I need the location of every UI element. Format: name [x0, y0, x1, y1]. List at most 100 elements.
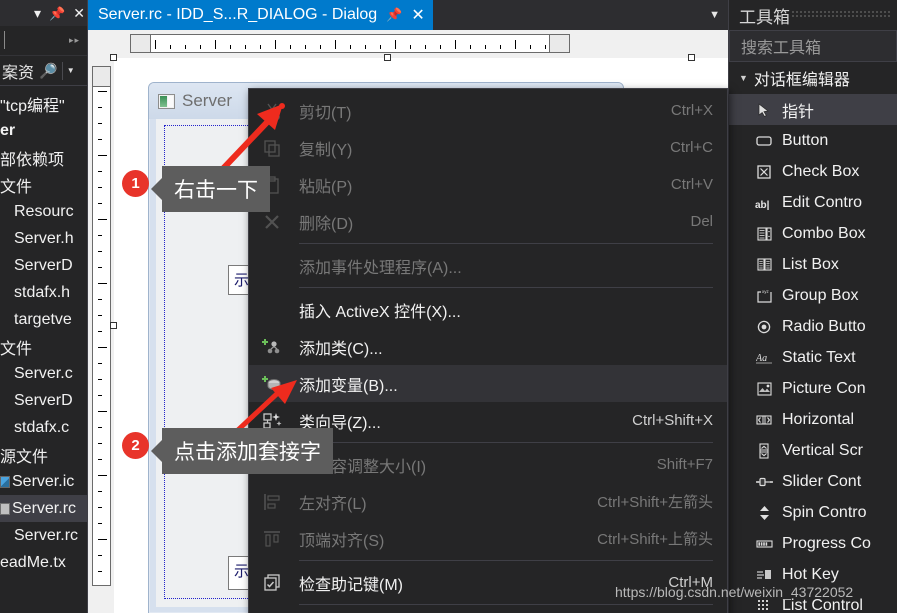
- solution-tree-item[interactable]: eadMe.tx: [0, 549, 87, 576]
- app-icon: [158, 93, 175, 109]
- close-icon[interactable]: ✕: [73, 6, 85, 20]
- toolbox-item[interactable]: Hot Key: [729, 559, 897, 590]
- solution-tree-item[interactable]: 源文件: [0, 441, 87, 468]
- solution-tree-item[interactable]: Server.h: [0, 225, 87, 252]
- annotation-badge-2: 2: [122, 432, 149, 459]
- search-scope-label: 案资: [2, 64, 35, 82]
- toolbox-item[interactable]: Picture Con: [729, 373, 897, 404]
- chevron-down-icon[interactable]: ▾: [34, 6, 41, 20]
- toolbox-item[interactable]: Button: [729, 125, 897, 156]
- vertical-ruler-band: [88, 58, 114, 613]
- toolbox-item[interactable]: Progress Co: [729, 528, 897, 559]
- context-menu-item-shortcut: Ctrl+Shift+左箭头: [597, 494, 713, 511]
- toolbox-title: 工具箱: [739, 7, 790, 27]
- toolbox-search-input[interactable]: 搜索工具箱: [729, 30, 897, 62]
- toolbox-item[interactable]: Slider Cont: [729, 466, 897, 497]
- horizontal-ruler-band: [88, 30, 728, 58]
- solution-tree-item-label: 部依赖项: [0, 151, 65, 169]
- solution-explorer-search-row[interactable]: 案资 🔍 ▼: [0, 56, 87, 86]
- tab-server-rc[interactable]: Server.rc - IDD_S...R_DIALOG - Dialog 📌 …: [88, 0, 433, 30]
- toolbox-item[interactable]: Vertical Scr: [729, 435, 897, 466]
- solution-tree-item[interactable]: Server.rc: [0, 495, 87, 522]
- toolbox-item[interactable]: List Box: [729, 249, 897, 280]
- toolbox-group-dialog-editor[interactable]: ▼ 对话框编辑器: [729, 62, 897, 94]
- text-cursor: [4, 31, 5, 49]
- context-menu-item[interactable]: 检查助记键(M) Ctrl+M: [249, 564, 727, 601]
- context-menu-item[interactable]: 属性(R): [249, 608, 727, 613]
- context-menu-item[interactable]: 添加变量(B)...: [249, 365, 727, 402]
- toolbox-item[interactable]: Check Box: [729, 156, 897, 187]
- solution-tree-item[interactable]: stdafx.h: [0, 279, 87, 306]
- dialog-title: Server: [182, 91, 233, 110]
- horizontal-ruler[interactable]: [130, 34, 570, 53]
- resize-grip[interactable]: [110, 322, 117, 329]
- vertical-ruler[interactable]: [92, 66, 111, 586]
- hot-key-icon: [755, 566, 773, 584]
- list-control-icon: [755, 597, 773, 613]
- solution-tree-item[interactable]: 文件: [0, 171, 87, 198]
- solution-tree-item-label: Server.c: [14, 364, 73, 382]
- resize-grip[interactable]: [110, 54, 117, 61]
- toolbox-item-label: Combo Box: [782, 224, 866, 242]
- toolbox-item-list[interactable]: 指针 Button Check Box ab| Edit Contro Combo Box…: [729, 94, 897, 613]
- annotation-badge-1: 1: [122, 170, 149, 197]
- checkbox-icon: [755, 163, 773, 181]
- context-menu[interactable]: 剪切(T) Ctrl+X 复制(Y) Ctrl+C 粘贴(P) Ctrl+V 删除(D) De…: [248, 88, 728, 613]
- toolbox-item[interactable]: xyz Group Box: [729, 280, 897, 311]
- ruler-left-handle[interactable]: [131, 35, 151, 52]
- context-menu-item: 顶端对齐(S) Ctrl+Shift+上箭头: [249, 520, 727, 557]
- solution-tree-item[interactable]: stdafx.c: [0, 414, 87, 441]
- solution-tree-item-label: 文件: [0, 178, 33, 196]
- toolbox-item[interactable]: List Control: [729, 590, 897, 613]
- resize-grip[interactable]: [384, 54, 391, 61]
- svg-text:xyz: xyz: [762, 289, 770, 294]
- ico-file-icon: [0, 475, 10, 488]
- toolbox-item[interactable]: Spin Contro: [729, 497, 897, 528]
- toolbox-item-label: List Box: [782, 255, 839, 273]
- toolbox-item[interactable]: Aa Static Text: [729, 342, 897, 373]
- search-icon[interactable]: 🔍: [39, 62, 58, 80]
- chevron-down-icon[interactable]: ▼: [739, 73, 748, 83]
- context-menu-item[interactable]: 插入 ActiveX 控件(X)...: [249, 291, 727, 328]
- chevron-down-icon[interactable]: ▼: [709, 9, 720, 21]
- solution-tree-item[interactable]: 部依赖项: [0, 144, 87, 171]
- context-menu-item-label: 插入 ActiveX 控件(X)...: [299, 303, 461, 321]
- ruler-top-handle[interactable]: [93, 67, 110, 87]
- context-menu-item: 剪切(T) Ctrl+X: [249, 92, 727, 129]
- context-menu-item-shortcut: Ctrl+Shift+X: [632, 412, 713, 429]
- ruler-right-handle[interactable]: [549, 35, 569, 52]
- close-icon[interactable]: ✕: [411, 5, 424, 25]
- solution-explorer-titlebar: ▾ 📌 ✕: [0, 0, 87, 26]
- solution-tree-item[interactable]: Resourc: [0, 198, 87, 225]
- solution-tree[interactable]: "tcp编程" er 部依赖项 文件 Resourc Server.h ServerD std…: [0, 88, 87, 613]
- solution-tree-item[interactable]: ServerD: [0, 252, 87, 279]
- toolbox-item[interactable]: Horizontal: [729, 404, 897, 435]
- drag-handle-dots[interactable]: [791, 10, 891, 19]
- solution-tree-item[interactable]: Server.ic: [0, 468, 87, 495]
- solution-tree-item[interactable]: targetve: [0, 306, 87, 333]
- solution-tree-item[interactable]: Server.rc: [0, 522, 87, 549]
- copy-icon: [261, 137, 283, 159]
- solution-tree-item[interactable]: er: [0, 117, 87, 144]
- context-menu-item[interactable]: 添加类(C)...: [249, 328, 727, 365]
- pin-icon[interactable]: 📌: [49, 7, 65, 20]
- solution-tree-item[interactable]: Server.c: [0, 360, 87, 387]
- context-menu-item-label: 添加类(C)...: [299, 340, 383, 358]
- solution-explorer-panel: ▾ 📌 ✕ ▸▸ 案资 🔍 ▼ "tcp编程" er 部依赖项 文件 Resourc Se…: [0, 0, 88, 613]
- chevron-down-icon[interactable]: ▼: [67, 66, 75, 75]
- toolbox-group-label: 对话框编辑器: [753, 72, 850, 89]
- solution-tree-item-label: 文件: [0, 340, 33, 358]
- context-menu-item-shortcut: Ctrl+V: [670, 176, 713, 193]
- toolbox-item[interactable]: 指针: [729, 94, 897, 125]
- toolbox-item[interactable]: Radio Butto: [729, 311, 897, 342]
- tab-title: Server.rc - IDD_S...R_DIALOG - Dialog: [98, 6, 378, 23]
- toolbox-item[interactable]: Combo Box: [729, 218, 897, 249]
- overflow-icon[interactable]: ▸▸: [69, 35, 80, 46]
- solution-tree-item[interactable]: 文件: [0, 333, 87, 360]
- context-menu-item-shortcut: Ctrl+M: [668, 574, 713, 591]
- resize-grip[interactable]: [688, 54, 695, 61]
- solution-tree-item[interactable]: "tcp编程": [0, 90, 87, 117]
- solution-tree-item[interactable]: ServerD: [0, 387, 87, 414]
- pin-icon[interactable]: 📌: [386, 7, 402, 23]
- toolbox-item[interactable]: ab| Edit Contro: [729, 187, 897, 218]
